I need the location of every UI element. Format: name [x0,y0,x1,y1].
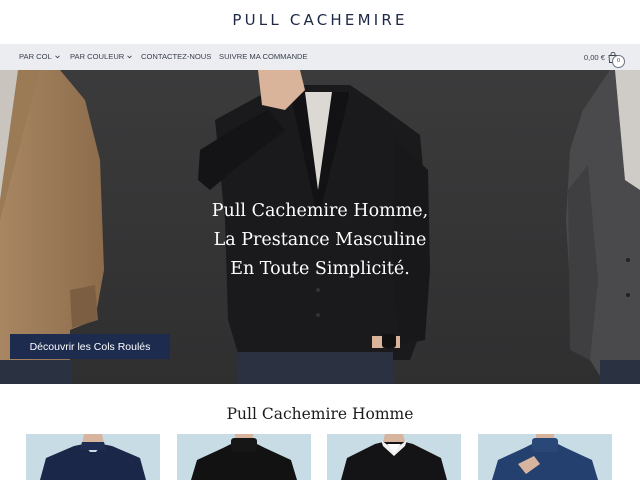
nav-item-contactez-nous[interactable]: CONTACTEZ-NOUS [141,44,211,70]
product-image-black-turtleneck [177,434,311,480]
main-nav: PAR COL PAR COULEUR CONTACTEZ-NOUS SUIVR… [0,44,640,70]
product-card[interactable] [327,434,461,480]
product-card[interactable] [26,434,160,480]
site-logo[interactable]: PULL CACHEMIRE [0,11,640,29]
hero-title-line: En Toute Simplicité. [230,259,410,279]
nav-item-suivre-commande[interactable]: SUIVRE MA COMMANDE [219,44,308,70]
nav-item-label: CONTACTEZ-NOUS [141,52,212,61]
nav-item-label: SUIVRE MA COMMANDE [219,52,308,61]
discover-turtlenecks-button[interactable]: Découvrir les Cols Roulés [10,334,170,359]
product-card[interactable] [478,434,612,480]
section-title: Pull Cachemire Homme [226,405,414,423]
chevron-down-icon [54,55,60,59]
nav-item-label: PAR COULEUR [70,52,125,61]
chevron-down-icon [127,55,133,59]
product-card[interactable] [177,434,311,480]
site-header: PULL CACHEMIRE [0,0,640,44]
hero-title-line: Pull Cachemire Homme, [211,201,429,221]
hero-title-line: La Prestance Masculine [213,230,427,250]
nav-item-label: PAR COL [19,52,52,61]
cart-link[interactable]: 0,00 € 0 [583,44,625,70]
nav-item-par-couleur[interactable]: PAR COULEUR [70,44,133,70]
nav-item-par-col[interactable]: PAR COL [19,44,60,70]
cart-total: 0,00 € [583,52,605,62]
hero-banner: Pull Cachemire Homme, La Prestance Mascu… [0,70,640,384]
product-image-black-crew-neck-collar [327,434,461,480]
product-image-blue-turtleneck [478,434,612,480]
product-image-navy-mock-neck [26,434,160,480]
hero-title: Pull Cachemire Homme, La Prestance Mascu… [0,197,640,284]
cart-count-badge: 0 [612,55,625,68]
